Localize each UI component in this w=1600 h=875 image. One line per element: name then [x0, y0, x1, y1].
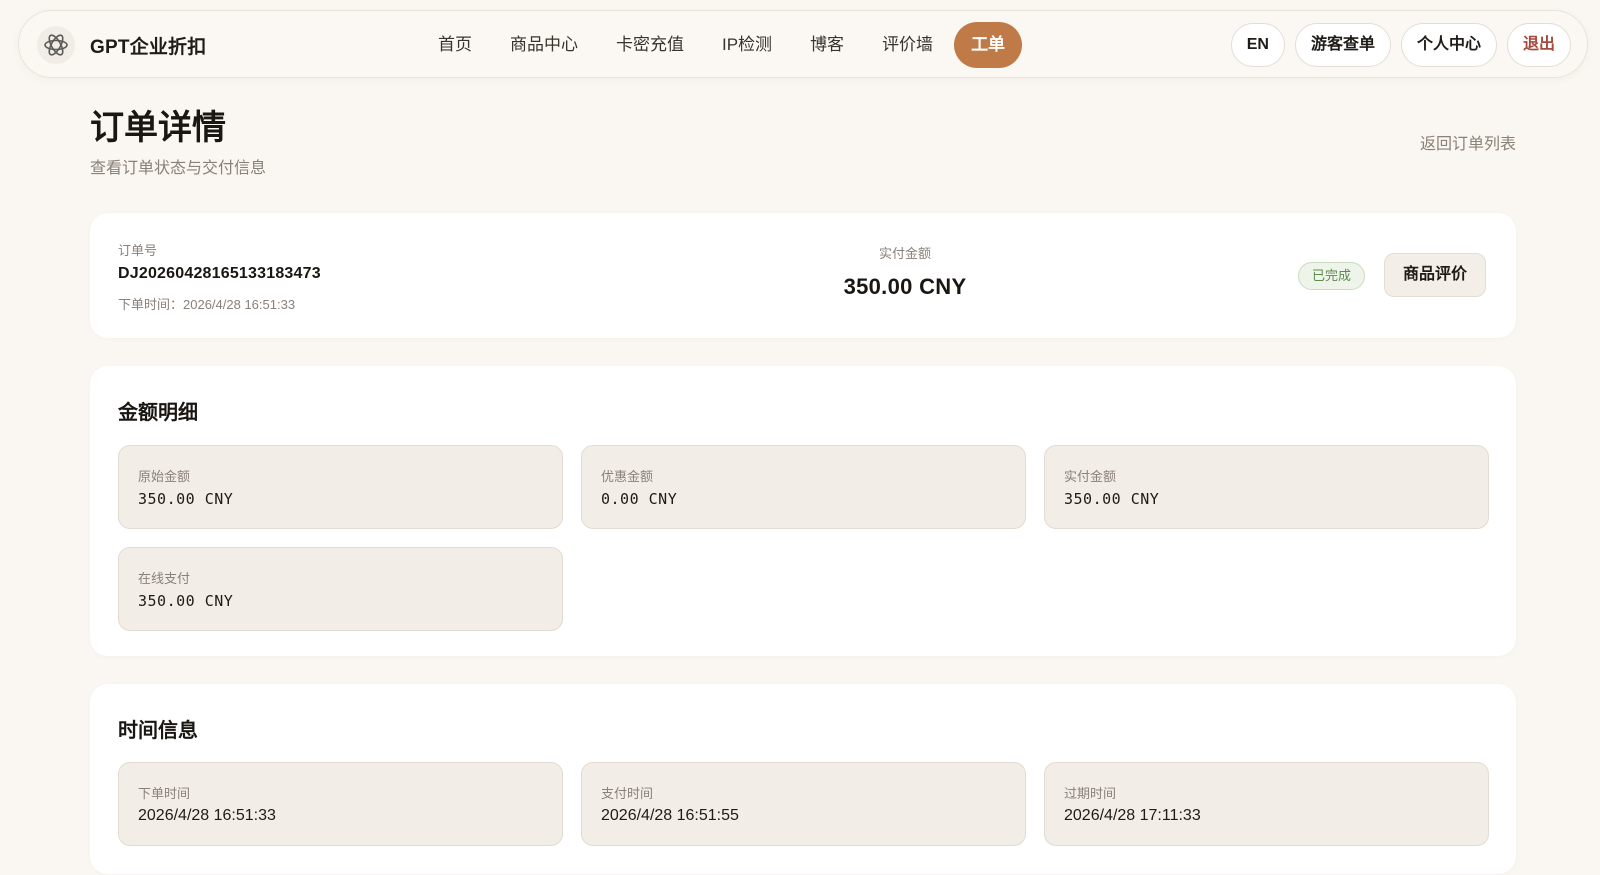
product-review-button[interactable]: 商品评价 [1384, 253, 1487, 297]
amount-details-title: 金额明细 [118, 402, 198, 424]
tile-value: 2026/4/28 17:11:33 [1064, 807, 1201, 824]
tile-value: 2026/4/28 16:51:33 [138, 807, 276, 824]
expiry-time-tile: 过期时间 2026/4/28 17:11:33 [1044, 762, 1489, 846]
paid-amount-label: 实付金额 [878, 246, 931, 261]
nav-blog[interactable]: 博客 [791, 22, 863, 68]
paid-amount-value: 350.00 CNY [843, 274, 967, 299]
tile-value: 0.00 CNY [601, 490, 678, 508]
guest-orders-button[interactable]: 游客查单 [1294, 23, 1391, 67]
tile-label: 支付时间 [601, 786, 654, 801]
tile-value: 2026/4/28 16:51:55 [601, 807, 739, 824]
logout-button[interactable]: 退出 [1506, 23, 1571, 67]
nav-review-wall[interactable]: 评价墙 [863, 22, 952, 68]
tile-label: 过期时间 [1064, 786, 1117, 801]
paid-amount-tile: 实付金额 350.00 CNY [1044, 445, 1489, 529]
tile-value: 350.00 CNY [138, 490, 234, 508]
top-navbar: GPT企业折扣 首页 商品中心 卡密充值 IP检测 博客 评价墙 工单 EN 游… [18, 10, 1588, 78]
tile-label: 在线支付 [138, 571, 191, 586]
tile-value: 350.00 CNY [138, 592, 234, 610]
discount-amount-tile: 优惠金额 0.00 CNY [581, 445, 1026, 529]
nav-home[interactable]: 首页 [419, 22, 491, 68]
back-to-orders-link[interactable]: 返回订单列表 [1420, 130, 1516, 154]
brand[interactable]: GPT企业折扣 [37, 26, 206, 64]
order-number-label: 订单号 [118, 243, 158, 258]
tile-label: 实付金额 [1064, 469, 1117, 484]
order-number: DJ20260428165133183473 [118, 265, 321, 282]
header-actions: EN 游客查单 个人中心 退出 [1230, 23, 1571, 67]
original-amount-tile: 原始金额 350.00 CNY [118, 445, 563, 529]
page-title: 订单详情 [90, 109, 226, 147]
tile-label: 原始金额 [138, 469, 191, 484]
tile-label: 优惠金额 [601, 469, 654, 484]
paid-amount-block: 实付金额 350.00 CNY [750, 243, 1060, 300]
profile-button[interactable]: 个人中心 [1400, 23, 1497, 67]
time-info-title: 时间信息 [118, 720, 198, 742]
order-time: 下单时间：2026/4/28 16:51:33 [118, 297, 296, 312]
nav-card-recharge[interactable]: 卡密充值 [597, 22, 703, 68]
payment-time-tile: 支付时间 2026/4/28 16:51:55 [581, 762, 1026, 846]
tile-label: 下单时间 [138, 786, 191, 801]
page-subtitle: 查看订单状态与交付信息 [90, 160, 267, 177]
status-badge: 已完成 [1298, 262, 1366, 290]
nav-tickets[interactable]: 工单 [954, 22, 1023, 68]
nav-ip-check[interactable]: IP检测 [703, 22, 791, 68]
order-summary-card: 订单号 DJ20260428165133183473 下单时间：2026/4/2… [90, 213, 1516, 338]
order-time-tile: 下单时间 2026/4/28 16:51:33 [118, 762, 563, 846]
language-button[interactable]: EN [1230, 23, 1285, 67]
time-info-card: 时间信息 下单时间 2026/4/28 16:51:33 支付时间 2026/4… [90, 684, 1516, 874]
tile-value: 350.00 CNY [1064, 490, 1160, 508]
amount-details-card: 金额明细 原始金额 350.00 CNY 优惠金额 0.00 CNY 实付金额 … [90, 366, 1516, 656]
main-nav: 首页 商品中心 卡密充值 IP检测 博客 评价墙 工单 [419, 22, 1023, 68]
brand-logo-icon [37, 26, 75, 64]
brand-name: GPT企业折扣 [90, 36, 207, 58]
online-payment-tile: 在线支付 350.00 CNY [118, 547, 563, 631]
nav-products[interactable]: 商品中心 [491, 22, 597, 68]
